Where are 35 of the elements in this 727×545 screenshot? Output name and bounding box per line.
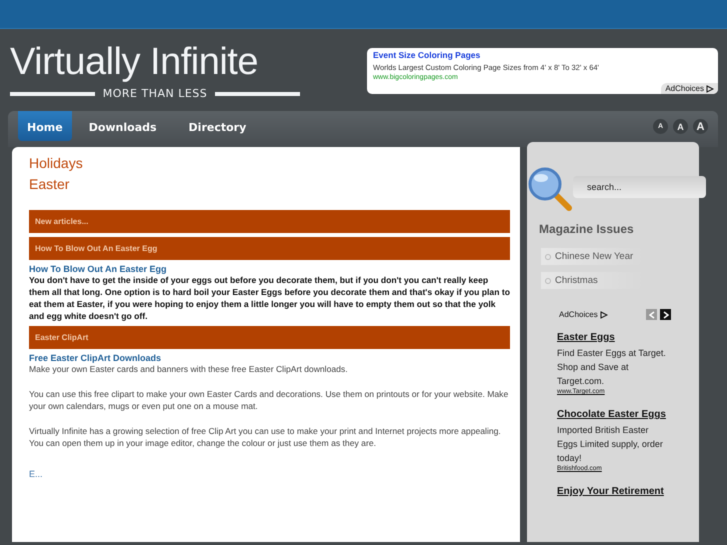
play-icon: [706, 84, 714, 92]
adchoices-link[interactable]: AdChoices: [661, 83, 718, 94]
more-link[interactable]: E...: [29, 469, 510, 479]
section-header: Easter ClipArt: [29, 326, 510, 349]
article-text: You don't have to get the inside of your eggs out before you decorate them, but if you don't you can't really keep them all that long. One option is to hard boil your Easter Eggs before you decorate them and that's okay if you plan to eat them at Easter, if you were hoping to enjoy them a little longer you will have to empty them out so that the yolk and egg white doesn't go off.: [29, 274, 510, 322]
site-logo[interactable]: Virtually Infinite: [10, 39, 258, 85]
article-text: Make your own Easter cards and banners with these free Easter ClipArt downloads.: [29, 363, 349, 375]
bullet-icon: [545, 254, 551, 260]
section-header: How To Blow Out An Easter Egg: [29, 237, 510, 260]
article-link[interactable]: How To Blow Out An Easter Egg: [29, 264, 510, 274]
search-field[interactable]: search...: [573, 176, 706, 198]
page-heading: Easter: [29, 176, 70, 192]
search-icon[interactable]: [527, 166, 573, 212]
article-text: You can use this free clipart to make your own Easter Cards and decorations. Use them on printouts or for your website. Make your own calendars, mugs or even put one on a mouse mat.: [29, 388, 510, 412]
article-text: Virtually Infinite has a growing selection of free Clip Art you can use to make your print and Internet projects more appealing. You can open them up in your image editor, change the colour or just use them as they are.: [29, 425, 502, 449]
nav-tab[interactable]: Home: [18, 111, 72, 141]
ad-text: Find Easter Eggs at Target. Shop and Save at Target.com.: [557, 347, 667, 388]
article-link[interactable]: Free Easter ClipArt Downloads: [29, 353, 510, 363]
ad-title[interactable]: Chocolate Easter Eggs: [557, 407, 669, 423]
page-heading: Holidays: [29, 155, 84, 171]
sidebar-heading: Magazine Issues: [539, 222, 635, 236]
ad-title[interactable]: Enjoy Your Retirement: [557, 484, 669, 500]
font-size-button[interactable]: A: [693, 119, 708, 134]
play-icon: [600, 310, 608, 318]
ad-title[interactable]: Easter Eggs: [557, 330, 669, 346]
ad-text: Imported British Easter Eggs Limited supply, order today!: [557, 424, 664, 465]
bullet-icon: [545, 278, 551, 284]
ad-title[interactable]: Event Size Coloring Pages: [373, 50, 712, 60]
section-header: New articles...: [29, 210, 510, 233]
adchoices-link[interactable]: AdChoices: [559, 310, 608, 319]
site-tagline: MORE THAN LESS: [102, 87, 208, 100]
nav-tab[interactable]: Directory: [180, 111, 256, 144]
nav-tab[interactable]: Downloads: [80, 111, 166, 144]
next-button[interactable]: [660, 309, 671, 320]
font-size-button[interactable]: A: [673, 119, 688, 134]
